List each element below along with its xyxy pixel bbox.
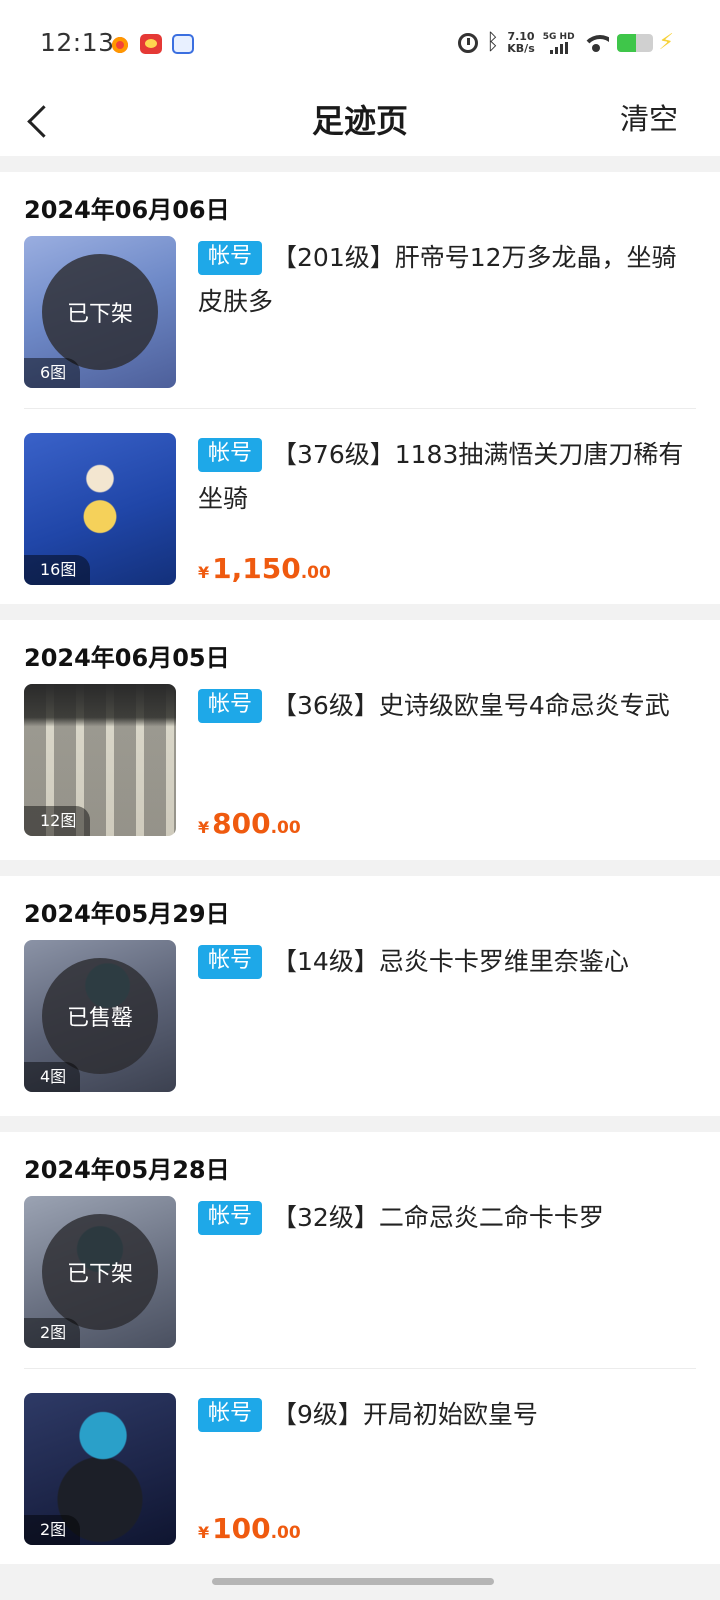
baidu-icon	[172, 34, 194, 54]
listing-price: ¥1,150.00	[198, 552, 331, 585]
category-tag: 帐号	[198, 689, 263, 723]
listing-title[interactable]: 帐号 【36级】史诗级欧皇号4命忌炎专武	[198, 684, 696, 728]
listing-title[interactable]: 帐号 【201级】肝帝号12万多龙晶，坐骑皮肤多	[198, 236, 696, 324]
price-decimal: .00	[270, 818, 301, 838]
listing-thumbnail[interactable]: 16图	[24, 433, 176, 585]
bluetooth-icon: ᛒ	[486, 29, 500, 55]
listing-thumbnail[interactable]: 12图	[24, 684, 176, 836]
price-integer: 1,150	[212, 552, 301, 585]
group-date: 2024年05月28日	[24, 1156, 230, 1184]
listing-title-text: 【32级】二命忌炎二命卡卡罗	[272, 1203, 604, 1232]
net-speed: 7.10 KB/s	[507, 29, 535, 55]
price-decimal: .00	[300, 563, 331, 583]
listing-price: ¥800.00	[198, 807, 301, 840]
date-group: 2024年06月06日 已下架 6图 帐号 【201级】肝帝号12万多龙晶，坐骑皮…	[0, 172, 720, 604]
listing-title[interactable]: 帐号 【32级】二命忌炎二命卡卡罗	[198, 1196, 696, 1240]
image-count: 2图	[24, 1318, 81, 1348]
listing-title-text: 【201级】肝帝号12万多龙晶，坐骑皮肤多	[198, 243, 677, 316]
listing-item[interactable]: 12图 帐号 【36级】史诗级欧皇号4命忌炎专武 ¥800.00	[24, 684, 696, 860]
signal-icon: 5G HD	[543, 32, 575, 54]
listing-title-text: 【36级】史诗级欧皇号4命忌炎专武	[272, 691, 670, 720]
listing-item[interactable]: 16图 帐号 【376级】1183抽满悟关刀唐刀稀有坐骑 ¥1,150.00	[24, 408, 696, 604]
price-decimal: .00	[270, 1523, 301, 1543]
listing-thumbnail[interactable]: 已售罄 4图	[24, 940, 176, 1092]
status-badge: 已下架	[42, 1214, 158, 1330]
currency-symbol: ¥	[198, 563, 210, 582]
listing-item[interactable]: 已下架 2图 帐号 【32级】二命忌炎二命卡卡罗	[24, 1196, 696, 1368]
network-type: 5G HD	[542, 31, 575, 42]
category-tag: 帐号	[198, 241, 263, 275]
listing-item[interactable]: 已售罄 4图 帐号 【14级】忌炎卡卡罗维里奈鉴心	[24, 940, 696, 1116]
page-title: 足迹页	[311, 102, 408, 140]
date-group: 2024年05月28日 已下架 2图 帐号 【32级】二命忌炎二命卡卡罗 2图 帐…	[0, 1132, 720, 1564]
history-list: 2024年06月06日 已下架 6图 帐号 【201级】肝帝号12万多龙晶，坐骑皮…	[0, 172, 720, 1580]
category-tag: 帐号	[198, 438, 263, 472]
listing-info: 帐号 【201级】肝帝号12万多龙晶，坐骑皮肤多	[198, 236, 696, 388]
image-count: 2图	[24, 1515, 81, 1545]
price-integer: 800	[212, 807, 271, 840]
charging-icon: ⚡	[658, 30, 674, 55]
category-tag: 帐号	[198, 945, 263, 979]
listing-info: 帐号 【14级】忌炎卡卡罗维里奈鉴心	[198, 940, 696, 1096]
weibo-icon	[140, 34, 162, 54]
listing-title-text: 【9级】开局初始欧皇号	[272, 1400, 538, 1429]
net-speed-unit: KB/s	[507, 41, 535, 55]
listing-title[interactable]: 帐号 【9级】开局初始欧皇号	[198, 1393, 696, 1437]
image-count: 6图	[24, 358, 81, 388]
listing-thumbnail[interactable]: 已下架 6图	[24, 236, 176, 388]
group-date: 2024年06月05日	[24, 644, 230, 672]
clear-button[interactable]: 清空	[620, 96, 678, 138]
listing-item[interactable]: 已下架 6图 帐号 【201级】肝帝号12万多龙晶，坐骑皮肤多	[24, 236, 696, 408]
notification-icon	[112, 37, 128, 53]
status-badge: 已下架	[42, 254, 158, 370]
status-time: 12:13	[40, 28, 115, 57]
listing-item[interactable]: 2图 帐号 【9级】开局初始欧皇号 ¥100.00	[24, 1368, 696, 1564]
battery-level	[616, 33, 637, 52]
listing-info: 帐号 【9级】开局初始欧皇号 ¥100.00	[198, 1393, 696, 1545]
listing-title[interactable]: 帐号 【376级】1183抽满悟关刀唐刀稀有坐骑	[198, 433, 696, 521]
nav-bar: 足迹页 清空	[0, 90, 720, 156]
image-count: 4图	[24, 1062, 81, 1092]
listing-title-text: 【376级】1183抽满悟关刀唐刀稀有坐骑	[198, 440, 684, 513]
listing-info: 帐号 【32级】二命忌炎二命卡卡罗	[198, 1196, 696, 1348]
group-date: 2024年06月06日	[24, 196, 230, 224]
date-group: 2024年05月29日 已售罄 4图 帐号 【14级】忌炎卡卡罗维里奈鉴心	[0, 876, 720, 1116]
listing-info: 帐号 【36级】史诗级欧皇号4命忌炎专武 ¥800.00	[198, 684, 696, 840]
listing-info: 帐号 【376级】1183抽满悟关刀唐刀稀有坐骑 ¥1,150.00	[198, 433, 696, 585]
image-count: 16图	[24, 555, 91, 585]
date-group: 2024年06月05日 12图 帐号 【36级】史诗级欧皇号4命忌炎专武 ¥800…	[0, 620, 720, 860]
currency-symbol: ¥	[198, 1523, 210, 1542]
group-date: 2024年05月29日	[24, 900, 230, 928]
category-tag: 帐号	[198, 1398, 263, 1432]
category-tag: 帐号	[198, 1201, 263, 1235]
listing-thumbnail[interactable]: 已下架 2图	[24, 1196, 176, 1348]
wifi-icon	[582, 33, 609, 53]
home-indicator[interactable]	[212, 1578, 494, 1585]
status-icons: ᛒ 7.10 KB/s 5G HD ⚡	[458, 30, 674, 55]
price-integer: 100	[212, 1512, 271, 1545]
status-bar: 12:13 ᛒ 7.10 KB/s 5G HD ⚡	[0, 0, 720, 90]
image-count: 12图	[24, 806, 91, 836]
listing-price: ¥100.00	[198, 1512, 301, 1545]
status-badge: 已售罄	[42, 958, 158, 1074]
currency-symbol: ¥	[198, 818, 210, 837]
listing-thumbnail[interactable]: 2图	[24, 1393, 176, 1545]
alarm-icon	[458, 32, 479, 53]
listing-title-text: 【14级】忌炎卡卡罗维里奈鉴心	[272, 947, 629, 976]
net-speed-value: 7.10	[507, 29, 535, 43]
battery-icon	[616, 33, 653, 52]
listing-title[interactable]: 帐号 【14级】忌炎卡卡罗维里奈鉴心	[198, 940, 696, 984]
